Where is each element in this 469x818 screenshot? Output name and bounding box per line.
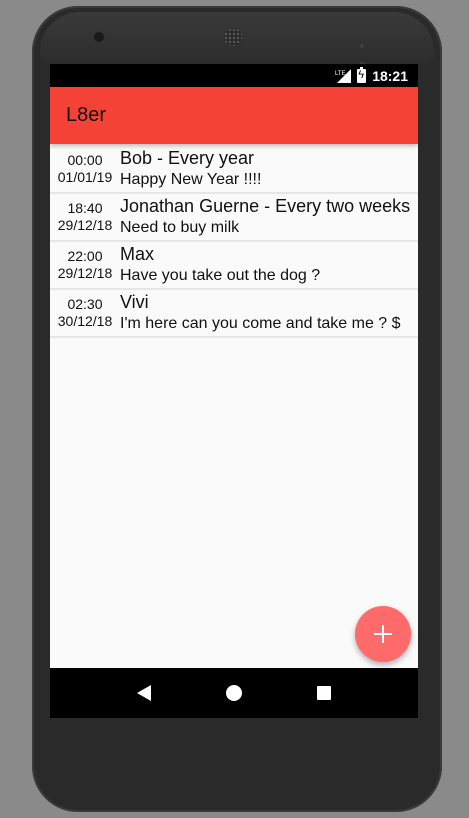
reminder-message: Have you take out the dog ? bbox=[120, 267, 321, 284]
time-column: 00:00 01/01/19 bbox=[50, 146, 120, 192]
reminder-message: I'm here can you come and take me ? $ bbox=[120, 315, 401, 332]
reminder-time: 22:00 bbox=[67, 248, 103, 264]
text-column: Jonathan Guerne - Every two weeks Need t… bbox=[120, 194, 418, 240]
time-column: 02:30 30/12/18 bbox=[50, 290, 120, 336]
svg-text:LTE: LTE bbox=[335, 71, 346, 77]
time-column: 18:40 29/12/18 bbox=[50, 194, 120, 240]
battery-charging-icon bbox=[357, 66, 367, 83]
list-item[interactable]: 02:30 30/12/18 Vivi I'm here can you com… bbox=[50, 290, 418, 338]
reminder-message: Happy New Year !!!! bbox=[120, 171, 262, 188]
reminder-message: Need to buy milk bbox=[120, 219, 240, 236]
list-item[interactable]: 00:00 01/01/19 Bob - Every year Happy Ne… bbox=[50, 146, 418, 194]
home-circle-icon[interactable] bbox=[225, 684, 243, 702]
reminder-date: 29/12/18 bbox=[57, 265, 113, 281]
back-triangle-icon[interactable] bbox=[136, 684, 152, 702]
recents-square-icon[interactable] bbox=[316, 685, 332, 701]
device-screen: LTE 18:21 L8er 00:00 01/01/19 Bob - Ever… bbox=[50, 64, 418, 718]
text-column: Max Have you take out the dog ? bbox=[120, 242, 418, 288]
text-column: Vivi I'm here can you come and take me ?… bbox=[120, 290, 418, 336]
reminder-title: Vivi bbox=[120, 292, 149, 312]
status-bar: LTE 18:21 bbox=[50, 64, 418, 87]
time-column: 22:00 29/12/18 bbox=[50, 242, 120, 288]
reminder-date: 29/12/18 bbox=[57, 217, 113, 233]
reminder-time: 18:40 bbox=[67, 200, 103, 216]
reminder-title: Bob - Every year bbox=[120, 148, 255, 168]
list-item[interactable]: 18:40 29/12/18 Jonathan Guerne - Every t… bbox=[50, 194, 418, 242]
reminder-list: 00:00 01/01/19 Bob - Every year Happy Ne… bbox=[50, 146, 418, 338]
reminder-time: 02:30 bbox=[67, 296, 103, 312]
reminder-date: 01/01/19 bbox=[57, 169, 113, 185]
app-bar: L8er bbox=[50, 87, 418, 144]
reminder-title: Jonathan Guerne - Every two weeks bbox=[120, 196, 411, 216]
text-column: Bob - Every year Happy New Year !!!! bbox=[120, 146, 418, 192]
reminder-title: Max bbox=[120, 244, 155, 264]
add-reminder-button[interactable] bbox=[355, 606, 411, 662]
list-item[interactable]: 22:00 29/12/18 Max Have you take out the… bbox=[50, 242, 418, 290]
front-camera-icon bbox=[94, 32, 104, 42]
proximity-sensor bbox=[360, 35, 378, 66]
app-title: L8er bbox=[66, 104, 107, 126]
lte-signal-icon: LTE bbox=[335, 68, 352, 83]
plus-icon bbox=[374, 625, 392, 643]
reminder-date: 30/12/18 bbox=[57, 313, 113, 329]
navigation-bar bbox=[50, 668, 418, 718]
earpiece-speaker bbox=[224, 28, 242, 46]
status-time: 18:21 bbox=[372, 67, 408, 84]
reminder-time: 00:00 bbox=[67, 152, 103, 168]
